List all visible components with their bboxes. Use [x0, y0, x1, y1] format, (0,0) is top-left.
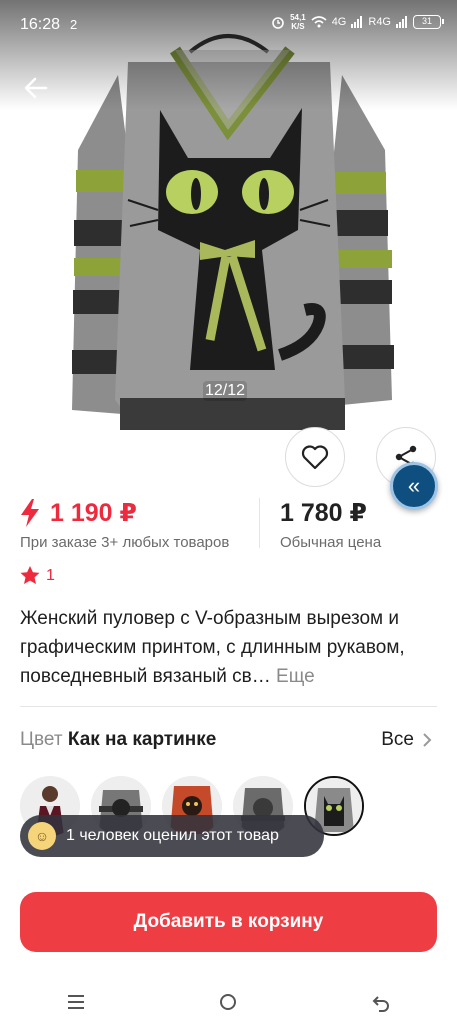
product-image-gallery[interactable]: 12/12: [0, 0, 457, 468]
status-icons: 54,1 K/S 4G R4G 31: [271, 13, 444, 31]
battery-icon: 31: [413, 15, 444, 29]
back-nav-icon[interactable]: [371, 992, 391, 1012]
favorite-button[interactable]: [285, 427, 345, 487]
promo-price: 1 190 ₽: [20, 498, 229, 528]
image-counter: 12/12: [203, 381, 248, 401]
home-icon[interactable]: [218, 992, 238, 1012]
price-divider: [259, 498, 260, 548]
network-4g-label: 4G: [331, 16, 347, 28]
network-speed: 54,1 K/S: [290, 13, 306, 31]
all-colors-link[interactable]: Все: [381, 729, 432, 751]
back-button[interactable]: [20, 72, 52, 104]
color-label: Цвет: [20, 729, 63, 750]
toast-text: 1 человек оценил этот товар: [66, 827, 279, 844]
more-link[interactable]: Еще: [276, 666, 315, 687]
color-selector-row[interactable]: Цвет Как на картинке Все: [20, 729, 437, 751]
arrow-left-icon: [24, 77, 48, 99]
alarm-icon: [272, 17, 284, 29]
regular-price-label: Обычная цена: [280, 534, 382, 551]
heart-icon: [301, 445, 329, 470]
network-speed-value: 54,1: [290, 13, 306, 22]
regular-price: 1 780 ₽: [280, 499, 367, 527]
star-icon: [20, 566, 40, 584]
signal-icon: [351, 16, 363, 28]
all-colors-label: Все: [381, 729, 414, 750]
status-bar: 16:28 2 54,1 K/S 4G R4G 31: [0, 0, 457, 52]
rating-toast: ☺ 1 человек оценил этот товар: [20, 815, 324, 857]
product-title-text: Женский пуловер с V-образным вырезом и г…: [20, 608, 405, 687]
product-title: Женский пуловер с V-образным вырезом и г…: [20, 604, 438, 691]
smiley-icon: ☺: [28, 822, 56, 850]
promo-price-value: 1 190 ₽: [50, 499, 137, 527]
divider: [20, 706, 437, 707]
promo-condition: При заказе 3+ любых товаров: [20, 534, 230, 551]
wifi-icon: [311, 16, 327, 28]
lightning-icon: [21, 499, 39, 527]
collapse-button[interactable]: «: [390, 462, 438, 510]
chevron-right-icon: [423, 733, 432, 747]
signal-2-icon: [396, 16, 407, 28]
rating-value: 1: [46, 566, 55, 584]
promo-price-block: 1 190 ₽ При заказе 3+ любых товаров: [20, 498, 229, 551]
color-value: Как на картинке: [67, 729, 217, 750]
network-speed-unit: K/S: [291, 22, 305, 31]
system-navigation-bar: [0, 980, 457, 1024]
double-chevron-left-icon: «: [407, 473, 421, 498]
add-to-cart-button[interactable]: Добавить в корзину: [20, 892, 437, 952]
menu-icon[interactable]: [66, 993, 86, 1011]
regular-price-block: 1 780 ₽ Обычная цена: [280, 498, 381, 551]
notification-count: 2: [70, 17, 78, 32]
network-r4g-label: R4G: [368, 16, 391, 28]
status-time: 16:28: [20, 16, 61, 33]
rating[interactable]: 1: [20, 566, 55, 585]
